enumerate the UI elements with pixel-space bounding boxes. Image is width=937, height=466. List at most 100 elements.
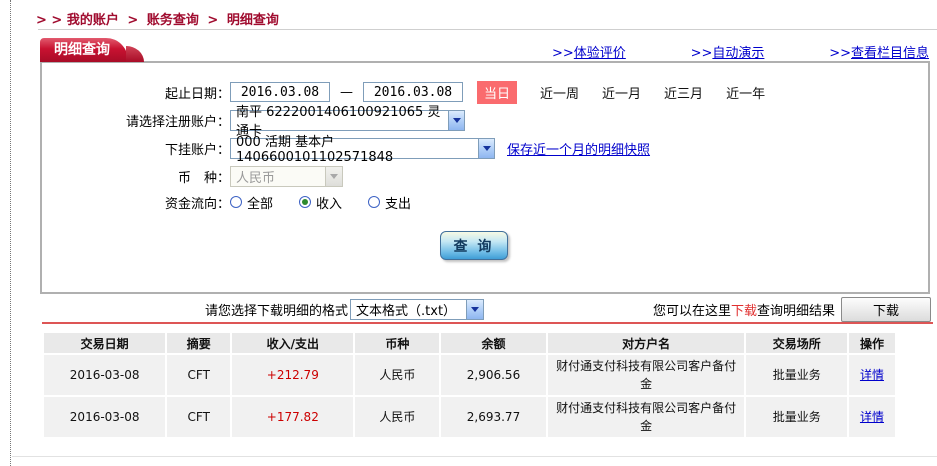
cell-amount: +177.82 [232,397,354,437]
radio-label: 支出 [385,196,412,212]
header-counterparty: 对方户名 [547,333,745,353]
cell-counterparty: 财付通支付科技有限公司客户备付金 [547,397,745,437]
breadcrumb-prefix: > > [36,13,63,28]
register-account-select[interactable]: 南平 6222001406100921065 灵通卡 [230,105,465,139]
cell-venue: 批量业务 [746,355,847,395]
bottom-divider [12,456,937,457]
date-range-label: 起止日期： [164,86,230,102]
cell-summary: CFT [167,355,231,395]
download-hint-suffix: 查询明细结果 [756,303,835,319]
cell-trade-date: 2016-03-08 [44,397,166,437]
detail-link[interactable]: 详情 [860,410,884,424]
detail-link[interactable]: 详情 [860,368,884,382]
link-prefix: >> [552,46,574,61]
query-button[interactable]: 查 询 [440,231,508,260]
cell-currency: 人民币 [355,397,440,437]
header-trade-date: 交易日期 [44,333,166,353]
top-links: >>体验评价 >>自动演示 >>查看栏目信息 [552,42,929,61]
download-hint: 您可以在这里 下载 查询明细结果 下载 [652,296,931,322]
quick-range-month[interactable]: 近一月 [602,83,641,102]
date-from-input[interactable] [230,82,330,102]
cell-venue: 批量业务 [746,397,847,437]
radio-flow-all[interactable]: 全部 [230,193,273,212]
cell-balance: 2,693.77 [441,397,546,437]
breadcrumb-item-detail-query[interactable]: 明细查询 [227,13,279,28]
red-divider [42,322,933,324]
table-row: 2016-03-08 CFT +177.82 人民币 2,693.77 财付通支… [44,397,895,437]
radio-flow-income[interactable]: 收入 [299,193,342,212]
download-format-label: 请您选择下载明细的格式 [205,303,349,319]
table-header-row: 交易日期 摘要 收入/支出 币种 余额 对方户名 交易场所 操作 [44,333,895,353]
header-income-expense: 收入/支出 [232,333,354,353]
currency-label: 币 种： [177,170,230,186]
query-panel: 起止日期： — 当日 近一周 近一月 近三月 近一年 请选择注册账户： 南平 6… [40,61,930,294]
sub-account-select[interactable]: 000 活期 基本户 1406600101102571848 [230,135,495,165]
radio-icon [299,196,312,208]
quick-range-week[interactable]: 近一周 [540,83,579,102]
fund-flow-row: 资金流向： 全部 收入 支出 [42,191,928,213]
link-auto-demo[interactable]: >>自动演示 [691,42,765,61]
cell-action: 详情 [848,397,895,437]
page: > > 我的账户 > 账务查询 > 明细查询 明细查询 >>体验评价 >>自动演… [0,0,937,466]
quick-range-quarter[interactable]: 近三月 [664,83,703,102]
download-format-value: 文本格式（.txt） [356,303,457,319]
cell-counterparty: 财付通支付科技有限公司客户备付金 [547,355,745,395]
link-label: 查看栏目信息 [850,46,929,61]
link-prefix: >> [829,46,851,61]
header-currency: 币种 [355,333,440,353]
chevron-down-icon [448,110,464,130]
cell-summary: CFT [167,397,231,437]
download-button[interactable]: 下载 [841,296,931,322]
breadcrumb-divider [38,29,937,30]
currency-value: 人民币 [236,170,276,186]
download-row: 请您选择下载明细的格式 文本格式（.txt） 您可以在这里 下载 查询明细结果 … [42,296,931,322]
radio-label: 收入 [316,196,343,212]
sub-account-label: 下挂账户： [164,142,230,158]
radio-icon [368,196,381,208]
chevron-down-icon [325,166,342,186]
table-row: 2016-03-08 CFT +212.79 人民币 2,906.56 财付通支… [44,355,895,395]
breadcrumb-separator: > [207,13,219,28]
download-hint-prefix: 您可以在这里 [652,303,731,319]
date-to-input[interactable] [363,82,463,102]
breadcrumb: > > 我的账户 > 账务查询 > 明细查询 [36,9,279,28]
quick-range-year[interactable]: 近一年 [726,83,765,102]
link-prefix: >> [690,46,713,61]
link-label: 体验评价 [573,46,626,61]
link-label: 自动演示 [712,46,765,61]
header-venue: 交易场所 [746,333,847,353]
cell-trade-date: 2016-03-08 [44,355,166,395]
quick-range-today[interactable]: 当日 [477,80,518,104]
download-format-select[interactable]: 文本格式（.txt） [350,298,485,320]
tab-detail-query[interactable]: 明细查询 [40,38,144,62]
cell-amount: +212.79 [232,355,354,395]
date-dash: — [340,84,353,100]
fund-flow-label: 资金流向： [164,196,230,212]
chevron-down-icon [478,138,494,158]
cell-currency: 人民币 [355,355,440,395]
results-table: 交易日期 摘要 收入/支出 币种 余额 对方户名 交易场所 操作 2016-03… [42,331,897,439]
breadcrumb-separator: > [127,13,139,28]
download-hint-link[interactable]: 下载 [731,300,757,319]
fund-flow-options: 全部 收入 支出 [230,193,437,212]
link-view-column-info[interactable]: >>查看栏目信息 [829,42,929,61]
left-dotted-border [10,0,11,466]
header-summary: 摘要 [167,333,231,353]
breadcrumb-item-account-query[interactable]: 账务查询 [147,13,199,28]
date-range-row: 起止日期： — 当日 近一周 近一月 近三月 近一年 [42,80,928,104]
breadcrumb-item-my-account[interactable]: 我的账户 [67,13,119,28]
cell-action: 详情 [848,355,895,395]
link-experience-review[interactable]: >>体验评价 [552,42,626,61]
radio-icon [230,196,242,208]
radio-label: 全部 [247,196,274,212]
header-balance: 余额 [441,333,546,353]
chevron-down-icon [466,299,484,319]
save-snapshot-link[interactable]: 保存近一个月的明细快照 [507,139,650,158]
register-account-label: 请选择注册账户： [125,114,230,130]
sub-account-value: 000 活期 基本户 1406600101102571848 [236,135,394,165]
sub-account-row: 下挂账户： 000 活期 基本户 1406600101102571848 保存近… [42,135,928,165]
cell-balance: 2,906.56 [441,355,546,395]
header-action: 操作 [848,333,895,353]
register-account-row: 请选择注册账户： 南平 6222001406100921065 灵通卡 [42,105,928,139]
radio-flow-expense[interactable]: 支出 [368,193,411,212]
